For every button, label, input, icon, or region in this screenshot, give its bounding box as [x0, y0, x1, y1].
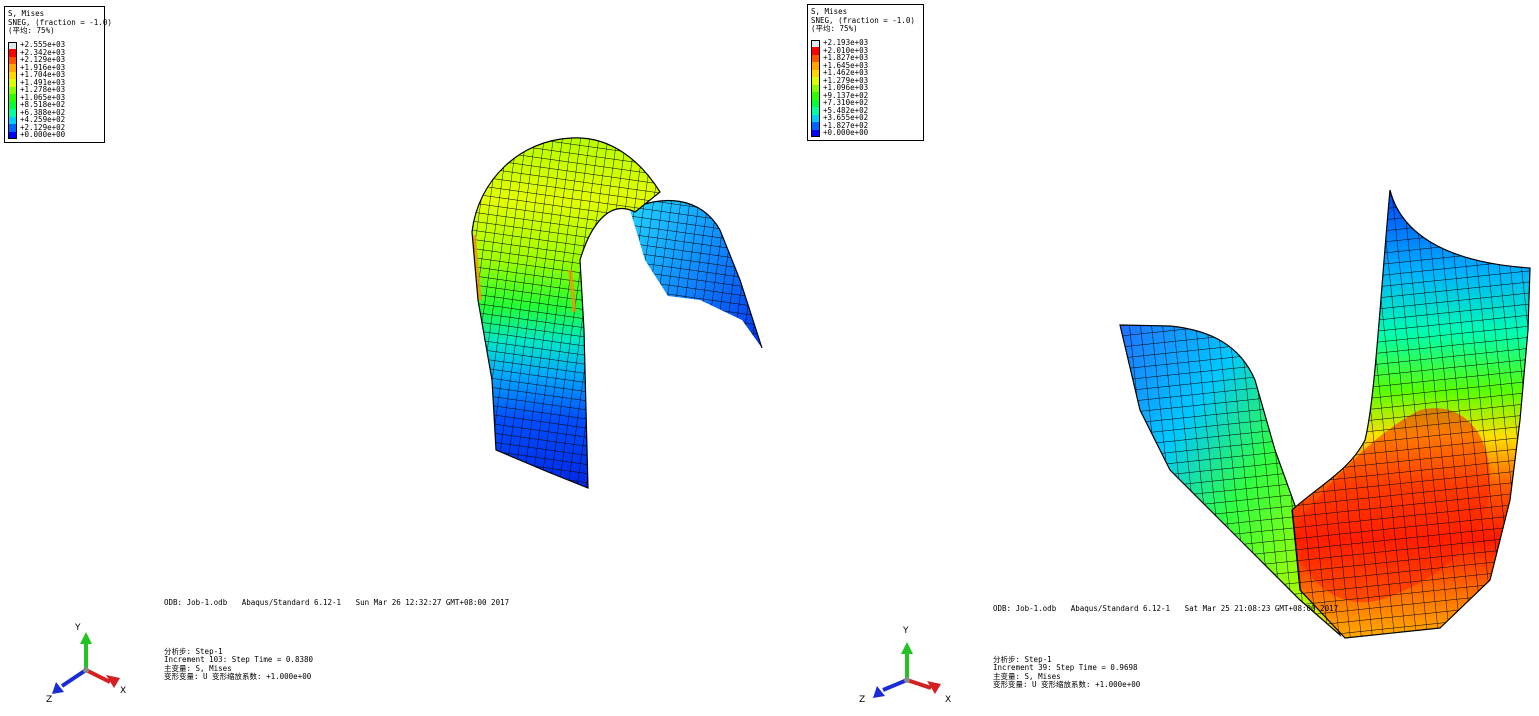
triad-axes-icon: [52, 632, 120, 694]
right-model: [1119, 189, 1531, 639]
axis-triad-right: Y X Z: [859, 622, 953, 712]
odb-file: ODB: Job-1.odb: [993, 604, 1057, 613]
odb-solver: Abaqus/Standard 6.12-1: [241, 598, 342, 607]
axis-label-y: Y: [75, 623, 81, 633]
left-model: [471, 137, 763, 489]
deformed-variable-line: 变形变量: U 变形缩放系数: +1.000e+00: [164, 671, 312, 681]
axis-label-z: Z: [46, 695, 53, 705]
odb-date: Sat Mar 25 21:08:23 GMT+08:00 2017: [1184, 604, 1339, 613]
step-info-right: 分析步: Step-1 Increment 39: Step Time = 0.…: [993, 655, 1141, 689]
axis-label-x: X: [120, 686, 127, 696]
odb-date: Sun Mar 26 12:32:27 GMT+08:00 2017: [355, 598, 510, 607]
deformed-variable-line: 变形变量: U 变形缩放系数: +1.000e+00: [993, 679, 1141, 689]
odb-info-right: ODB: Job-1.odb Abaqus/Standard 6.12-1 Sa…: [993, 604, 1348, 613]
odb-solver: Abaqus/Standard 6.12-1: [1070, 604, 1171, 613]
odb-file: ODB: Job-1.odb: [164, 598, 228, 607]
axis-label-x: X: [945, 695, 952, 705]
odb-info-left: ODB: Job-1.odb Abaqus/Standard 6.12-1 Su…: [164, 598, 519, 607]
step-info-left: 分析步: Step-1 Increment 103: Step Time = 0…: [164, 647, 313, 681]
axis-triad-left: Y X Z: [42, 620, 132, 710]
axis-label-y: Y: [903, 626, 909, 636]
axis-label-z: Z: [859, 695, 866, 705]
